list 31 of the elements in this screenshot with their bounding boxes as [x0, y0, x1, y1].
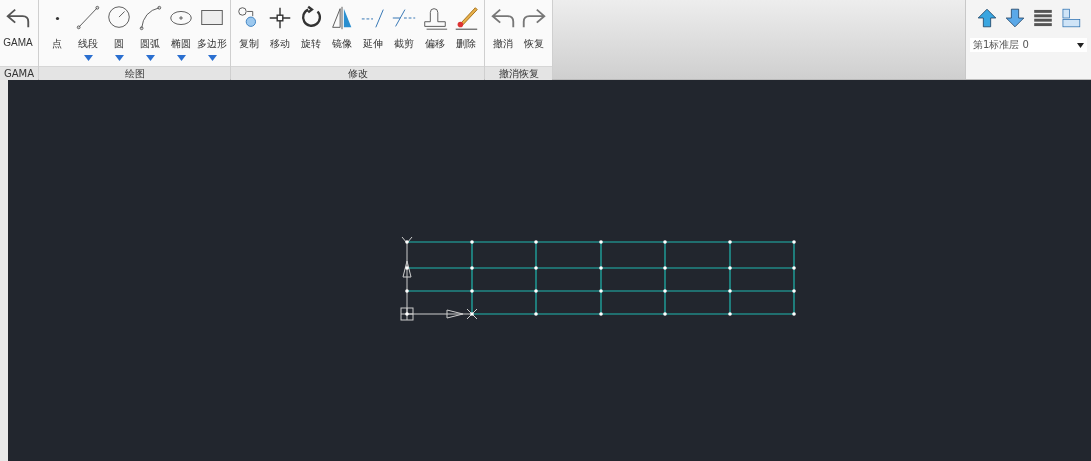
group-label: 修改 [231, 66, 485, 80]
tool-button[interactable]: 旋转 [296, 4, 327, 66]
group-label: GAMA [0, 66, 39, 80]
down-arrow-icon[interactable] [1004, 6, 1026, 30]
caret-icon[interactable] [83, 55, 93, 61]
tool-button[interactable]: 移动 [265, 4, 296, 66]
tool-button[interactable]: 圆弧 [135, 4, 166, 66]
group-label: 撤消恢复 [485, 66, 553, 80]
tool-button[interactable]: 延伸 [358, 4, 389, 66]
tool-button[interactable]: GAMA [3, 4, 33, 66]
up-arrow-icon[interactable] [976, 6, 998, 30]
dot-icon [54, 15, 60, 21]
tool-button[interactable]: 删除 [451, 4, 482, 66]
caret-icon[interactable] [176, 55, 186, 61]
tool-button[interactable]: 多边形 [197, 4, 228, 66]
layer-dropdown[interactable]: 第1标准层 0 [970, 38, 1087, 52]
tool-button[interactable]: 圆 [104, 4, 135, 66]
tool-button[interactable]: 截剪 [389, 4, 420, 66]
group-label: 绘图 [39, 66, 231, 80]
tool-button[interactable]: 复制 [234, 4, 265, 66]
tool-button[interactable]: 撤消 [488, 4, 519, 66]
caret-icon[interactable] [145, 55, 155, 61]
caret-icon [1077, 42, 1084, 48]
tool-button[interactable]: 镜像 [327, 4, 358, 66]
caret-icon[interactable] [114, 55, 124, 61]
tool-button[interactable]: 线段 [73, 4, 104, 66]
tool-button[interactable]: 椭圆 [166, 4, 197, 66]
tool-button[interactable]: 点 [42, 4, 73, 66]
tool-button[interactable]: 偏移 [420, 4, 451, 66]
caret-icon[interactable] [207, 55, 217, 61]
tool-button[interactable]: 恢复 [519, 4, 550, 66]
